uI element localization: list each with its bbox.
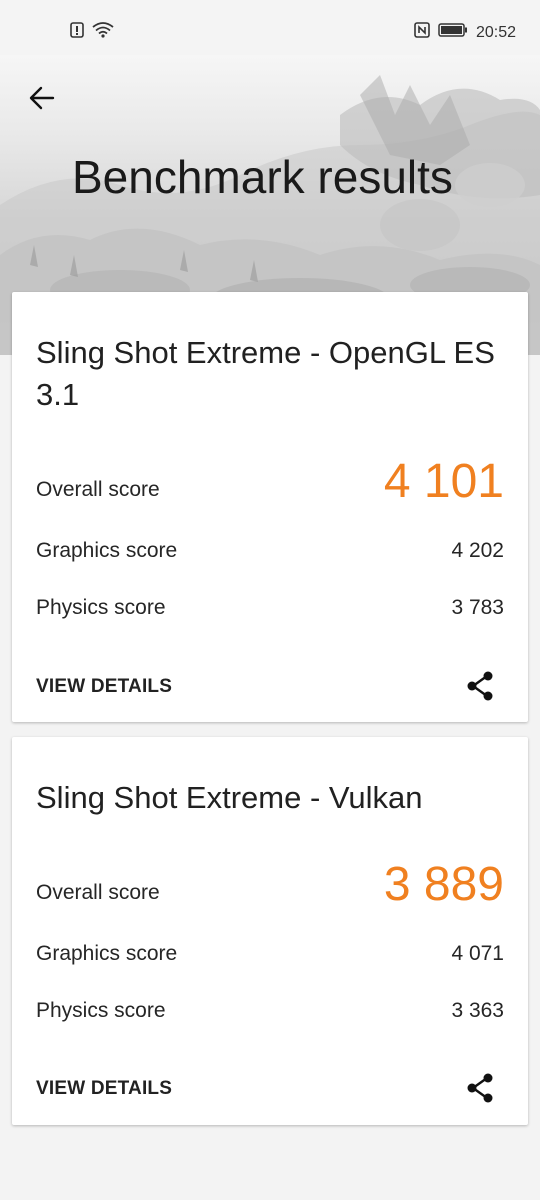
wifi-icon — [92, 22, 114, 43]
back-button[interactable] — [20, 78, 64, 118]
physics-score-value: 3 783 — [451, 596, 504, 619]
status-left-icons — [70, 22, 114, 43]
share-icon — [467, 671, 493, 701]
status-bar: 20:52 — [0, 0, 540, 60]
overall-score-row: Overall score 4 101 — [36, 452, 504, 508]
result-card-opengl: Sling Shot Extreme - OpenGL ES 3.1 Overa… — [12, 292, 528, 722]
graphics-score-row: Graphics score 4 071 — [36, 932, 504, 972]
test-name: Sling Shot Extreme - Vulkan — [36, 780, 423, 815]
battery-icon — [438, 23, 468, 42]
graphics-score-value: 4 202 — [451, 539, 504, 562]
view-details-button[interactable]: VIEW DETAILS — [36, 1078, 172, 1100]
graphics-score-value: 4 071 — [451, 942, 504, 965]
test-name: Sling Shot Extreme - OpenGL ES 3.1 — [36, 335, 495, 412]
graphics-score-label: Graphics score — [36, 539, 178, 562]
arrow-left-icon — [29, 86, 55, 110]
page-title: Benchmark results — [72, 151, 453, 203]
share-button[interactable] — [460, 1068, 500, 1108]
physics-score-row: Physics score 3 363 — [36, 989, 504, 1029]
overall-score-value: 3 889 — [383, 858, 504, 911]
nfc-icon — [414, 22, 430, 43]
physics-score-label: Physics score — [36, 596, 166, 619]
physics-score-label: Physics score — [36, 999, 166, 1022]
overall-score-label: Overall score — [36, 881, 160, 904]
result-card-vulkan: Sling Shot Extreme - Vulkan Overall scor… — [12, 737, 528, 1125]
status-right-icons: 20:52 — [414, 22, 516, 43]
physics-score-row: Physics score 3 783 — [36, 586, 504, 626]
overall-score-value: 4 101 — [383, 455, 504, 508]
view-details-button[interactable]: VIEW DETAILS — [36, 676, 172, 698]
graphics-score-row: Graphics score 4 202 — [36, 529, 504, 569]
overall-score-label: Overall score — [36, 478, 160, 501]
physics-score-value: 3 363 — [451, 999, 504, 1022]
share-button[interactable] — [460, 666, 500, 706]
status-time: 20:52 — [475, 23, 516, 41]
alert-icon — [70, 22, 84, 43]
share-icon — [467, 1073, 493, 1103]
graphics-score-label: Graphics score — [36, 942, 178, 965]
overall-score-row: Overall score 3 889 — [36, 855, 504, 911]
